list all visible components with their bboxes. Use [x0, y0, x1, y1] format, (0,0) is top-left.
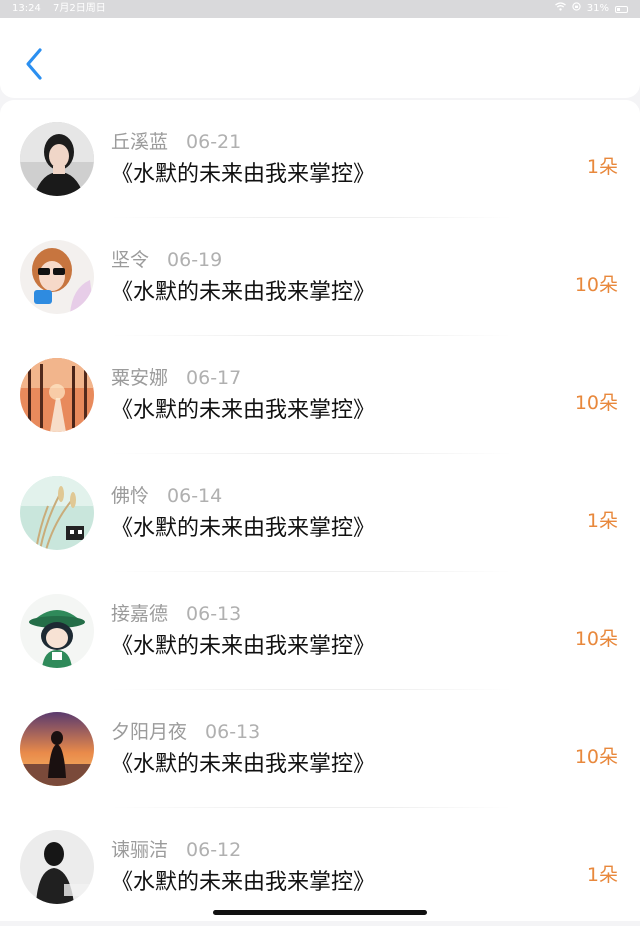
avatar-anime-green-hat[interactable]: [20, 594, 94, 668]
gift-date: 06-21: [186, 131, 242, 153]
sender-meta: 佛怜 06-14: [111, 481, 222, 508]
sender-meta: 坚令 06-19: [111, 245, 222, 272]
back-button[interactable]: [16, 44, 52, 84]
sender-name: 粟安娜: [111, 367, 169, 389]
gift-title: 《水默的未来由我来掌控》: [111, 752, 376, 777]
status-time: 13:24: [12, 3, 41, 14]
sender-meta: 丘溪蓝 06-21: [111, 127, 241, 154]
avatar-monochrome-figure[interactable]: [20, 830, 94, 904]
gift-date: 06-14: [167, 485, 223, 507]
gift-title: 《水默的未来由我来掌控》: [111, 516, 376, 541]
gift-title: 《水默的未来由我来掌控》: [111, 870, 376, 895]
sender-name: 接嘉德: [111, 603, 169, 625]
avatar-portrait-girl[interactable]: [20, 122, 94, 196]
sender-meta: 谏骊洁 06-12: [111, 835, 241, 862]
status-bar: 13:24 7月2日周日 31%: [0, 0, 640, 18]
avatar-sunset-silhouette[interactable]: [20, 712, 94, 786]
flower-count: 10朵: [574, 392, 618, 414]
flower-count: 10朵: [574, 628, 618, 650]
avatar-sunglasses-girl[interactable]: [20, 240, 94, 314]
list-item[interactable]: 谏骊洁 06-12 《水默的未来由我来掌控》 1朵: [0, 808, 640, 926]
gift-title: 《水默的未来由我来掌控》: [111, 280, 376, 305]
flower-count: 10朵: [574, 746, 618, 768]
sender-name: 夕阳月夜: [111, 721, 188, 743]
status-date: 7月2日周日: [53, 3, 106, 14]
gift-date: 06-19: [167, 249, 223, 271]
sender-name: 坚令: [111, 249, 150, 271]
rotation-lock-icon: [572, 0, 581, 18]
chevron-left-icon: [26, 48, 42, 80]
avatar-wheat-stalks[interactable]: [20, 476, 94, 550]
battery-icon: [615, 5, 628, 13]
header: [0, 18, 640, 98]
list-item[interactable]: 接嘉德 06-13 《水默的未来由我来掌控》 10朵: [0, 572, 640, 690]
sender-name: 丘溪蓝: [111, 131, 169, 153]
avatar-autumn-forest[interactable]: [20, 358, 94, 432]
sender-meta: 接嘉德 06-13: [111, 599, 241, 626]
gift-date: 06-17: [186, 367, 242, 389]
gift-date: 06-13: [205, 721, 261, 743]
sender-meta: 粟安娜 06-17: [111, 363, 241, 390]
sender-name: 谏骊洁: [111, 839, 169, 861]
list-item[interactable]: 坚令 06-19 《水默的未来由我来掌控》 10朵: [0, 218, 640, 336]
list-item[interactable]: 夕阳月夜 06-13 《水默的未来由我来掌控》 10朵: [0, 690, 640, 808]
battery-percent: 31%: [586, 3, 609, 14]
list-item[interactable]: 丘溪蓝 06-21 《水默的未来由我来掌控》 1朵: [0, 100, 640, 218]
gift-title: 《水默的未来由我来掌控》: [111, 634, 376, 659]
list-item[interactable]: 佛怜 06-14 《水默的未来由我来掌控》 1朵: [0, 454, 640, 572]
wifi-icon: [554, 0, 566, 18]
flower-count: 1朵: [586, 864, 618, 886]
gift-date: 06-12: [186, 839, 242, 861]
sender-meta: 夕阳月夜 06-13: [111, 717, 260, 744]
gift-list: 丘溪蓝 06-21 《水默的未来由我来掌控》 1朵 坚令 06-19 《水默的未来由…: [0, 100, 640, 921]
flower-count: 1朵: [586, 156, 618, 178]
gift-title: 《水默的未来由我来掌控》: [111, 398, 376, 423]
home-indicator[interactable]: [213, 910, 427, 915]
list-item[interactable]: 粟安娜 06-17 《水默的未来由我来掌控》 10朵: [0, 336, 640, 454]
flower-count: 1朵: [586, 510, 618, 532]
gift-date: 06-13: [186, 603, 242, 625]
gift-title: 《水默的未来由我来掌控》: [111, 162, 376, 187]
flower-count: 10朵: [574, 274, 618, 296]
sender-name: 佛怜: [111, 485, 150, 507]
